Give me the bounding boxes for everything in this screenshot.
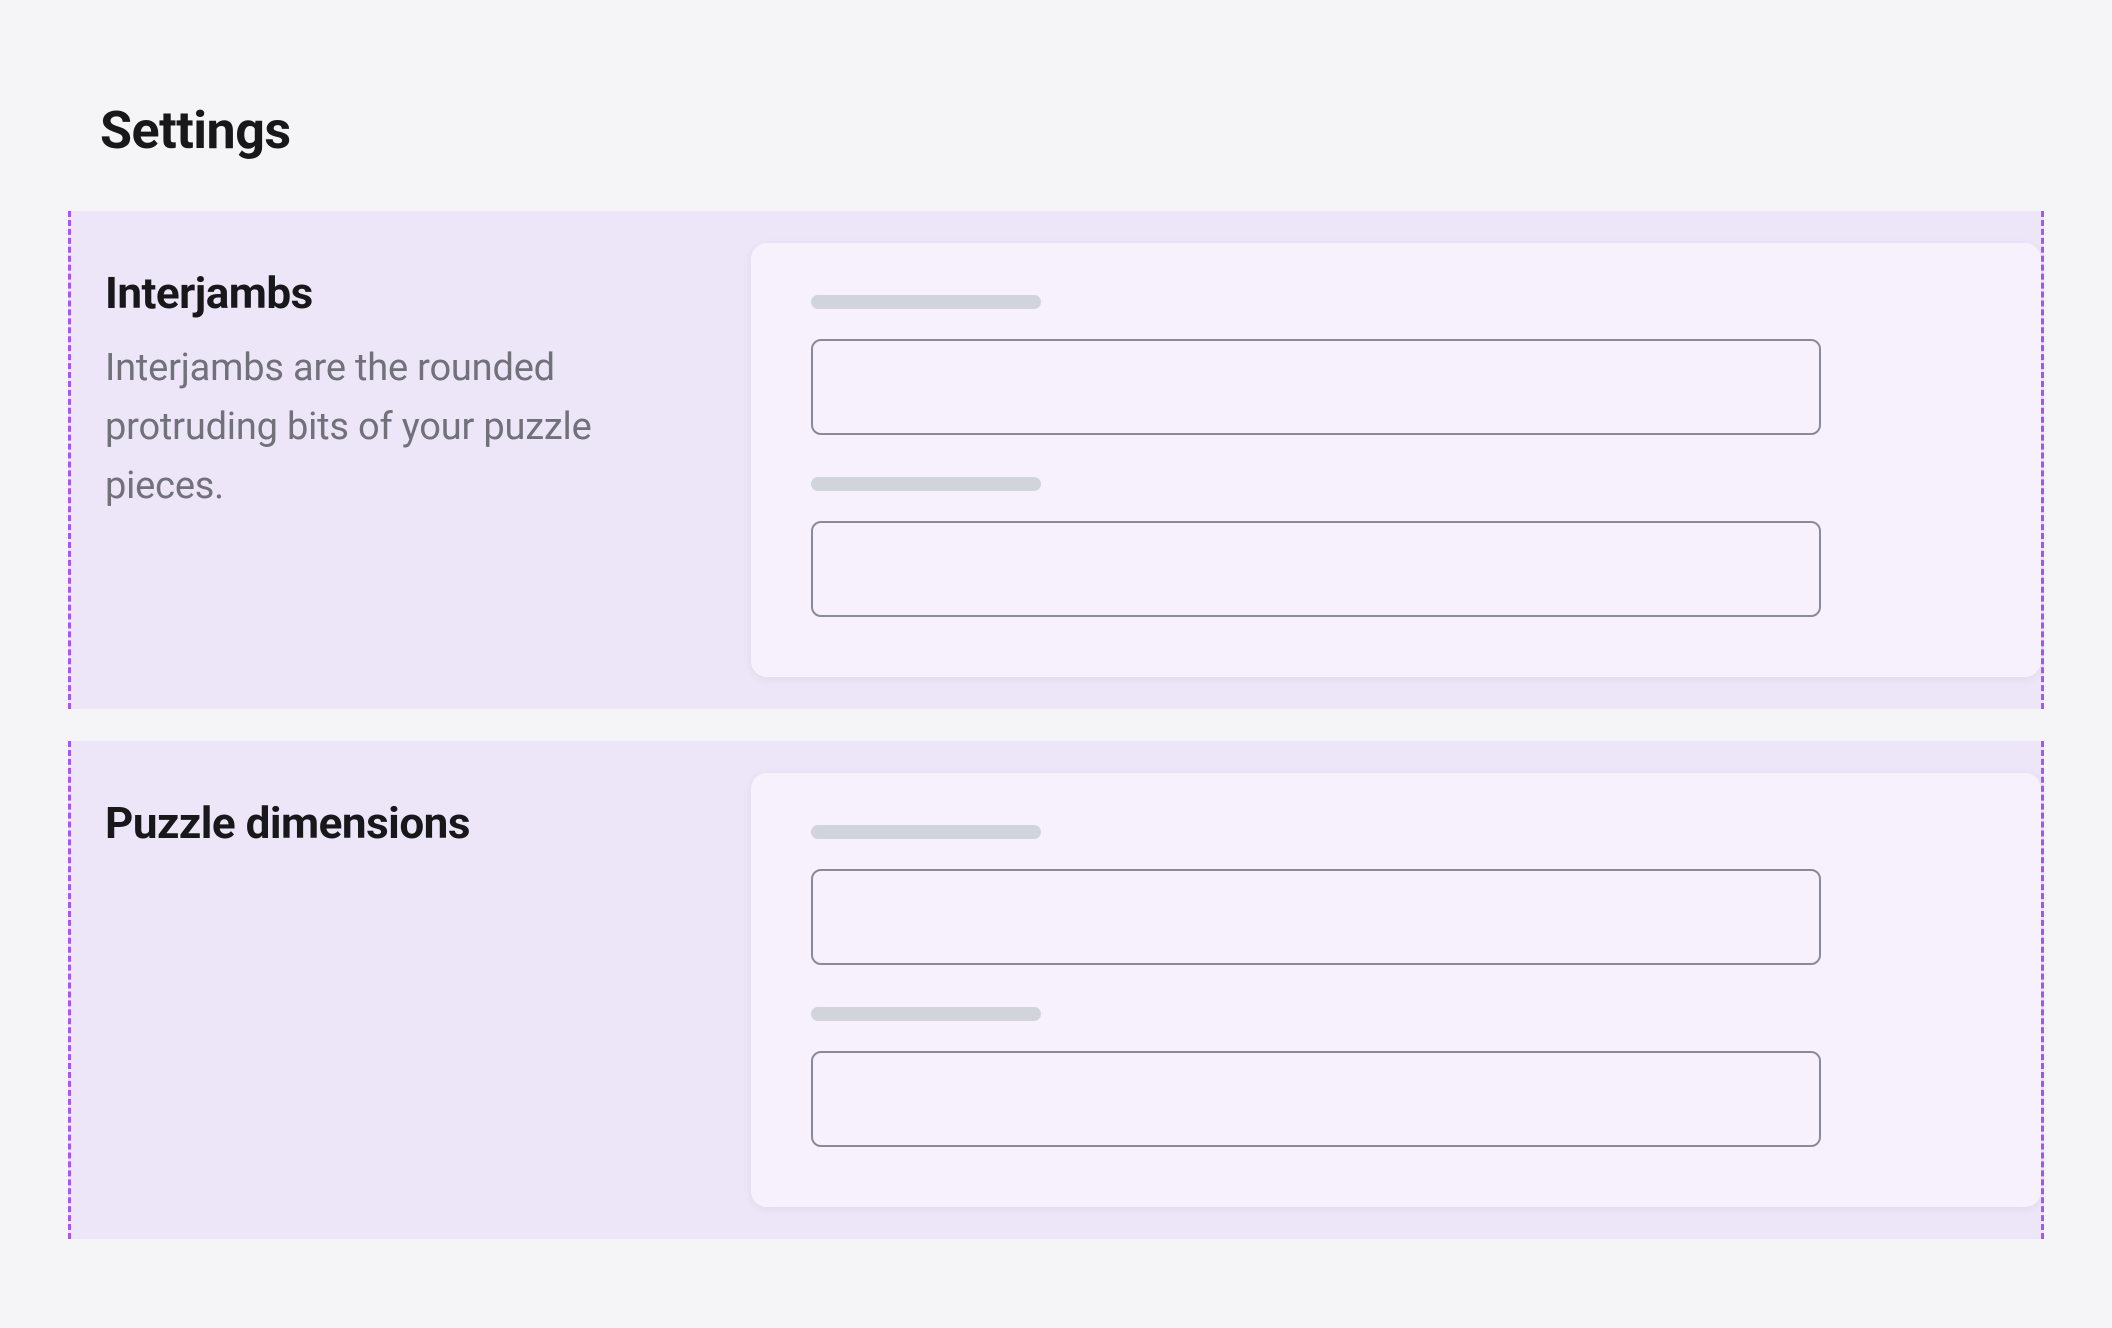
section-title: Puzzle dimensions <box>105 797 719 849</box>
section-interjambs: Interjambs Interjambs are the rounded pr… <box>68 211 2044 709</box>
field-group <box>811 825 1981 965</box>
section-description: Interjambs are the rounded protruding bi… <box>105 339 719 516</box>
field-group <box>811 295 1981 435</box>
form-card <box>751 243 2041 677</box>
input-field-1[interactable] <box>811 339 1821 435</box>
field-label-placeholder <box>811 295 1041 309</box>
input-field-1[interactable] <box>811 869 1821 965</box>
page-title: Settings <box>0 0 2112 211</box>
sections-container: Interjambs Interjambs are the rounded pr… <box>0 211 2112 1239</box>
section-info: Interjambs Interjambs are the rounded pr… <box>71 243 751 677</box>
section-puzzle-dimensions: Puzzle dimensions <box>68 741 2044 1239</box>
field-label-placeholder <box>811 825 1041 839</box>
field-group <box>811 477 1981 617</box>
input-field-2[interactable] <box>811 1051 1821 1147</box>
form-card <box>751 773 2041 1207</box>
section-info: Puzzle dimensions <box>71 773 751 1207</box>
section-form <box>751 243 2041 677</box>
section-form <box>751 773 2041 1207</box>
section-title: Interjambs <box>105 267 719 319</box>
field-label-placeholder <box>811 1007 1041 1021</box>
field-group <box>811 1007 1981 1147</box>
field-label-placeholder <box>811 477 1041 491</box>
input-field-2[interactable] <box>811 521 1821 617</box>
